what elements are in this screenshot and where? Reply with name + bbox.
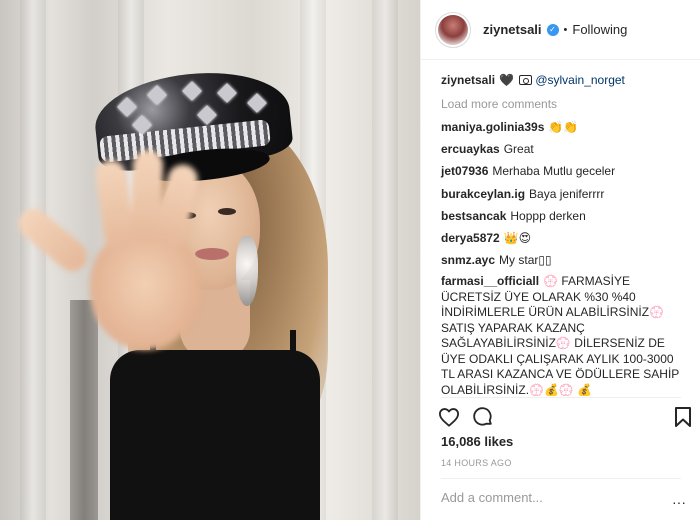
post-sidebar: ziynetsali ✓ • Following ziynetsali 🖤 @sy… xyxy=(420,0,700,520)
comment-text: 👑😍 xyxy=(503,230,532,245)
comment-text: 💮 FARMASİYE ÜCRETSİZ ÜYE OLARAK %30 %40 … xyxy=(441,274,680,396)
finger xyxy=(93,158,137,252)
caption: ziynetsali 🖤 @sylvain_norget xyxy=(441,72,681,88)
comment-text: Great xyxy=(503,142,534,157)
post-header: ziynetsali ✓ • Following xyxy=(421,0,700,60)
like-button[interactable] xyxy=(435,403,463,431)
camera-icon xyxy=(519,75,533,85)
curtain-fold xyxy=(372,0,398,520)
comment-row: bestsancak Hoppp derken xyxy=(441,208,681,224)
comment-row: ercuaykas Great xyxy=(441,141,681,157)
comment-username[interactable]: maniya.golinia39s xyxy=(441,120,544,134)
more-options-button[interactable]: ··· xyxy=(672,494,686,510)
divider xyxy=(441,478,681,479)
heart-icon xyxy=(438,408,459,427)
comment-row: snmz.ayc My star▯▯ xyxy=(441,252,681,268)
save-button[interactable] xyxy=(669,403,697,431)
raised-hand xyxy=(12,149,220,360)
comment-row: maniya.golinia39s 👏👏 xyxy=(441,119,681,135)
comment-text: Baya jeniferrrr xyxy=(529,186,605,201)
comment-text: Merhaba Mutlu geceler xyxy=(492,164,616,179)
avatar-image xyxy=(438,14,468,45)
earring xyxy=(236,236,258,306)
bookmark-icon xyxy=(675,407,691,427)
caption-username[interactable]: ziynetsali xyxy=(441,73,495,87)
comment-row: burakceylan.ig Baya jeniferrrr xyxy=(441,186,681,202)
comment-row: farmasi__officiall 💮 FARMASİYE ÜCRETSİZ Ü… xyxy=(441,274,681,396)
black-dress xyxy=(110,350,320,520)
comment-username[interactable]: burakceylan.ig xyxy=(441,187,525,201)
comment-list[interactable]: ziynetsali 🖤 @sylvain_norget Load more co… xyxy=(421,60,700,396)
comment-text: My star▯▯ xyxy=(499,253,552,268)
verified-badge-icon: ✓ xyxy=(546,23,559,36)
avatar[interactable] xyxy=(435,11,471,48)
add-comment-input[interactable] xyxy=(441,490,681,505)
comment-row: derya5872 👑😍 xyxy=(441,230,681,246)
comment-button[interactable] xyxy=(469,403,497,431)
eye xyxy=(218,208,236,215)
action-bar xyxy=(435,403,697,431)
following-button[interactable]: Following xyxy=(572,22,627,37)
post-timestamp[interactable]: 14 HOURS AGO xyxy=(441,458,512,468)
comment-text: 👏👏 xyxy=(548,120,579,134)
like-count[interactable]: 16,086 likes xyxy=(441,434,513,449)
divider xyxy=(441,397,681,398)
black-heart-icon: 🖤 xyxy=(499,73,514,87)
header-username[interactable]: ziynetsali xyxy=(483,22,542,37)
palm xyxy=(90,230,200,350)
comment-row: jet07936 Merhaba Mutlu geceler xyxy=(441,163,681,179)
photographer-mention[interactable]: @sylvain_norget xyxy=(535,73,625,87)
separator-dot: • xyxy=(563,23,568,36)
post-photo[interactable] xyxy=(0,0,420,520)
comment-username[interactable]: bestsancak xyxy=(441,209,506,223)
dress-strap xyxy=(290,330,296,370)
comment-text: Hoppp derken xyxy=(510,208,586,223)
comment-icon xyxy=(473,407,492,426)
comment-username[interactable]: jet07936 xyxy=(441,164,488,178)
comment-username[interactable]: snmz.ayc xyxy=(441,253,495,267)
instagram-post: ziynetsali ✓ • Following ziynetsali 🖤 @sy… xyxy=(0,0,700,520)
comment-username[interactable]: farmasi__officiall xyxy=(441,274,539,288)
comment-username[interactable]: ercuaykas xyxy=(441,142,500,156)
comment-username[interactable]: derya5872 xyxy=(441,231,500,245)
load-more-comments-link[interactable]: Load more comments xyxy=(441,96,681,112)
